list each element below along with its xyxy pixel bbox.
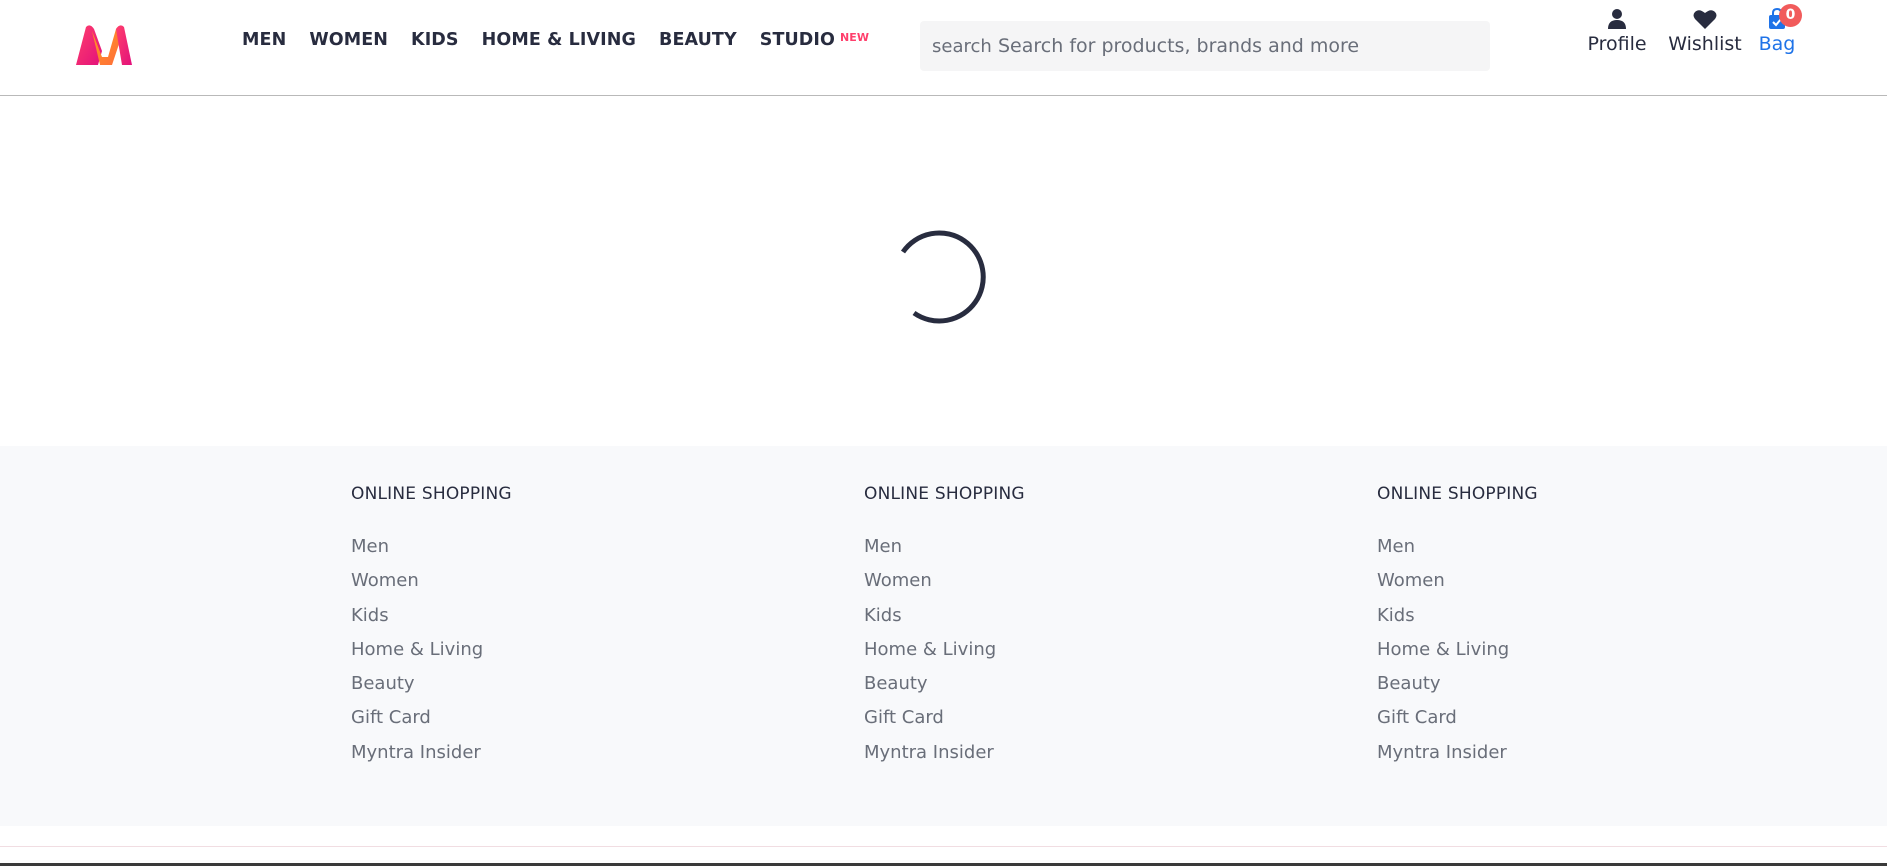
nav-kids[interactable]: KIDS: [411, 30, 459, 50]
nav-women[interactable]: WOMEN: [309, 30, 388, 50]
bag-label: Bag: [1758, 33, 1796, 55]
nav-men[interactable]: MEN: [242, 30, 286, 50]
footer-link-myntra-insider[interactable]: Myntra Insider: [351, 742, 512, 776]
nav-beauty[interactable]: BEAUTY: [659, 30, 737, 50]
search-icon: search: [932, 35, 992, 57]
footer-link-gift-card[interactable]: Gift Card: [1377, 707, 1538, 741]
heart-icon: [1667, 8, 1743, 30]
profile-button[interactable]: Profile: [1587, 8, 1647, 55]
footer-heading: ONLINE SHOPPING: [864, 484, 1025, 504]
footer-link-kids[interactable]: Kids: [351, 605, 512, 639]
site-header: MEN WOMEN KIDS HOME & LIVING BEAUTY STUD…: [0, 0, 1887, 96]
footer-link-home-living[interactable]: Home & Living: [1377, 639, 1538, 673]
footer-link-myntra-insider[interactable]: Myntra Insider: [1377, 742, 1538, 776]
nav-studio-label: STUDIO: [759, 30, 835, 50]
bag-count-badge: 0: [1779, 4, 1802, 27]
footer-column-2: ONLINE SHOPPING Men Women Kids Home & Li…: [864, 484, 1025, 776]
footer-link-home-living[interactable]: Home & Living: [351, 639, 512, 673]
footer-link-kids[interactable]: Kids: [864, 605, 1025, 639]
footer-link-home-living[interactable]: Home & Living: [864, 639, 1025, 673]
footer-link-men[interactable]: Men: [351, 536, 512, 570]
wishlist-label: Wishlist: [1668, 33, 1742, 55]
site-footer: ONLINE SHOPPING Men Women Kids Home & Li…: [0, 446, 1887, 826]
loading-spinner: [895, 220, 995, 324]
search-bar[interactable]: search: [920, 21, 1490, 71]
person-icon: [1587, 8, 1647, 30]
profile-label: Profile: [1587, 33, 1647, 55]
footer-link-women[interactable]: Women: [864, 570, 1025, 604]
footer-heading: ONLINE SHOPPING: [351, 484, 512, 504]
nav-studio[interactable]: STUDIO NEW: [760, 30, 869, 50]
footer-heading: ONLINE SHOPPING: [1377, 484, 1538, 504]
footer-link-kids[interactable]: Kids: [1377, 605, 1538, 639]
footer-link-gift-card[interactable]: Gift Card: [864, 707, 1025, 741]
footer-link-beauty[interactable]: Beauty: [864, 673, 1025, 707]
footer-link-men[interactable]: Men: [864, 536, 1025, 570]
wishlist-button[interactable]: Wishlist: [1667, 8, 1743, 55]
footer-link-women[interactable]: Women: [351, 570, 512, 604]
footer-link-beauty[interactable]: Beauty: [351, 673, 512, 707]
footer-link-gift-card[interactable]: Gift Card: [351, 707, 512, 741]
nav-home-living[interactable]: HOME & LIVING: [482, 30, 636, 50]
footer-divider: [0, 846, 1887, 847]
new-badge: NEW: [840, 31, 870, 44]
main-nav: MEN WOMEN KIDS HOME & LIVING BEAUTY STUD…: [242, 30, 869, 50]
footer-column-3: ONLINE SHOPPING Men Women Kids Home & Li…: [1377, 484, 1538, 776]
footer-column-1: ONLINE SHOPPING Men Women Kids Home & Li…: [351, 484, 512, 776]
footer-link-myntra-insider[interactable]: Myntra Insider: [864, 742, 1025, 776]
myntra-logo[interactable]: [72, 21, 136, 69]
footer-link-men[interactable]: Men: [1377, 536, 1538, 570]
footer-link-beauty[interactable]: Beauty: [1377, 673, 1538, 707]
footer-link-women[interactable]: Women: [1377, 570, 1538, 604]
search-input[interactable]: [998, 21, 1490, 71]
